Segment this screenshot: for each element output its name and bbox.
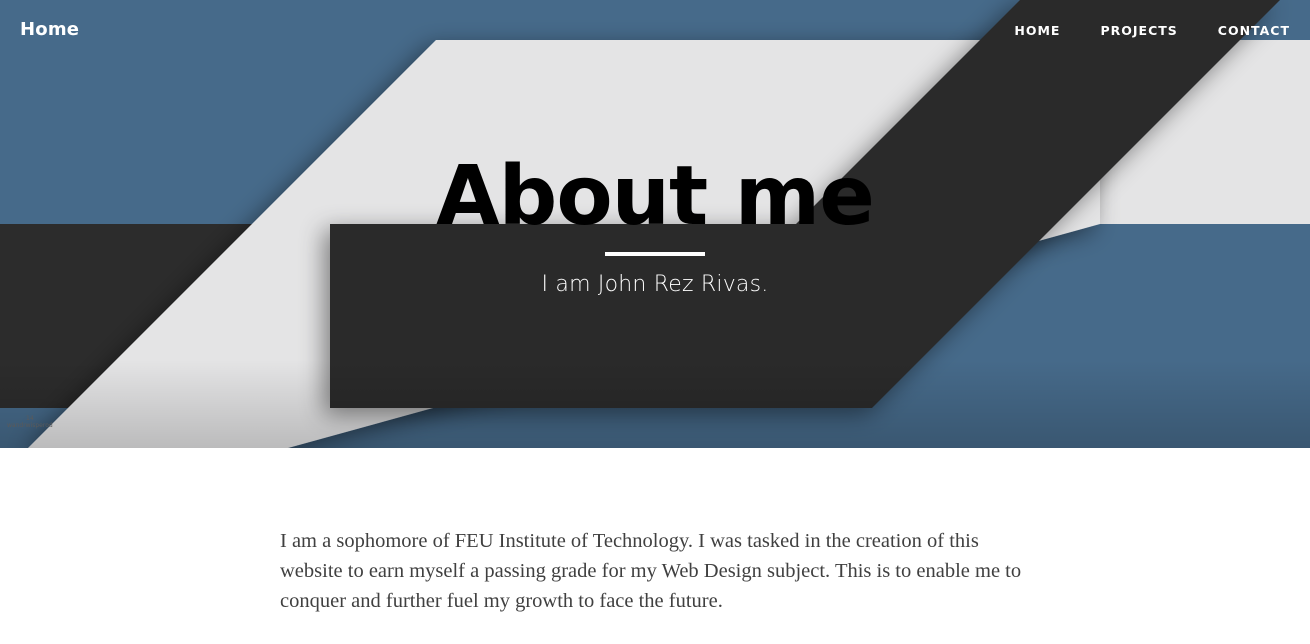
about-paragraph: I am a sophomore of FEU Institute of Tec… (280, 530, 1022, 612)
title-divider (605, 252, 705, 256)
nav-link-projects[interactable]: PROJECTS (1100, 23, 1177, 38)
brand-home-link[interactable]: Home (20, 19, 79, 40)
hero-header: Home HOME PROJECTS CONTACT About me I am… (0, 0, 1310, 448)
main-nav: HOME PROJECTS CONTACT (1014, 23, 1290, 38)
bottom-fade (0, 360, 1310, 448)
page-title: About me (436, 149, 875, 244)
artist-watermark: 14 wandrwisperod (7, 415, 53, 429)
hero-heading-block: About me I am John Rez Rivas. (0, 149, 1310, 298)
nav-link-contact[interactable]: CONTACT (1218, 23, 1290, 38)
watermark-line-1: 14 (26, 415, 34, 422)
watermark-line-2: wandrwisperod (7, 422, 53, 429)
page-subtitle: I am John Rez Rivas. (541, 272, 769, 297)
nav-link-home[interactable]: HOME (1014, 23, 1060, 38)
main-content: I am a sophomore of FEU Institute of Tec… (280, 526, 1040, 616)
